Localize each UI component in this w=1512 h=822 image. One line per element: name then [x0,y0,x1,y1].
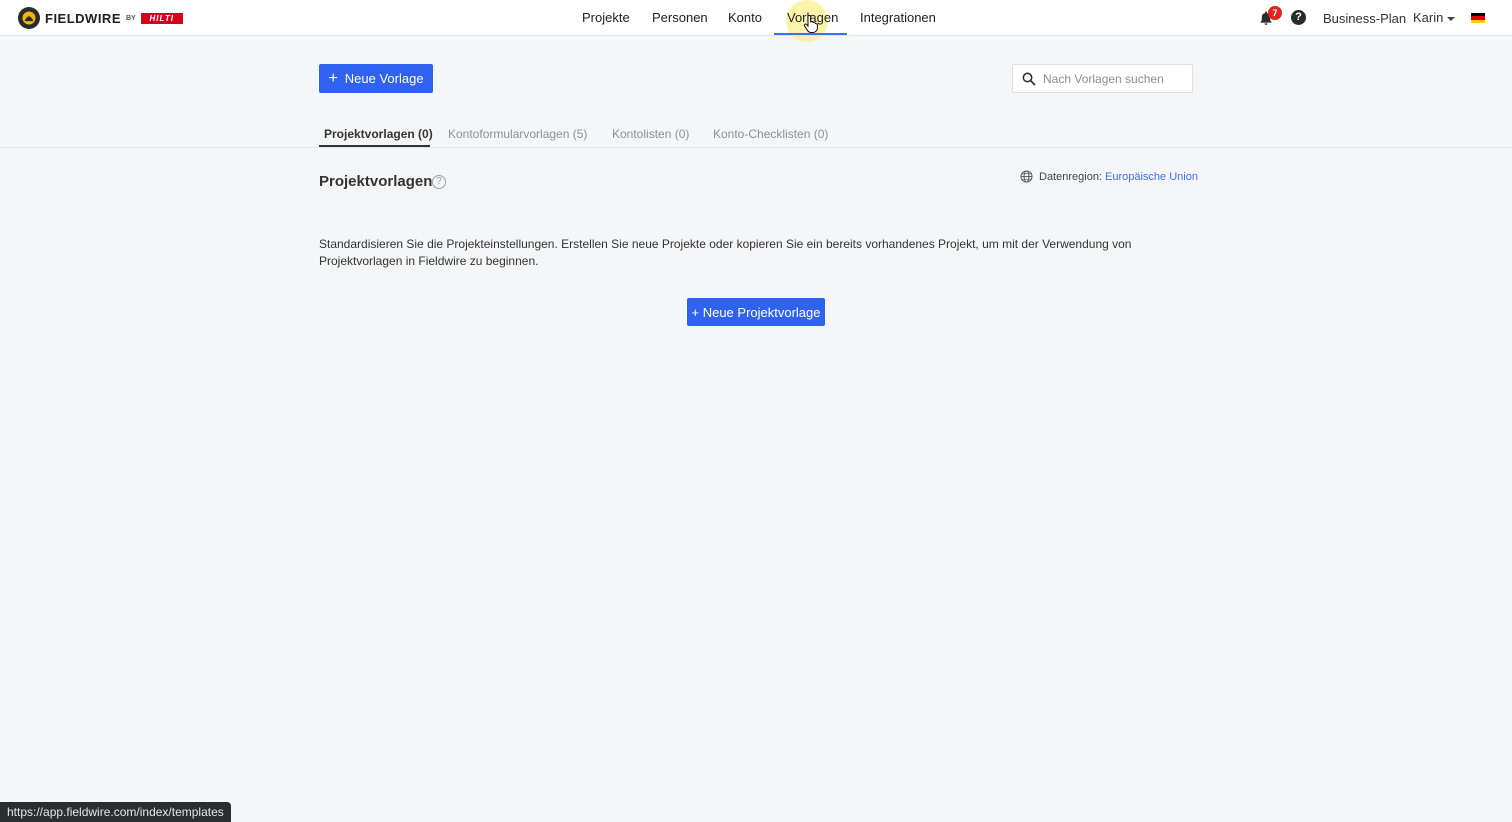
tab-projektvorlagen[interactable]: Projektvorlagen (0) [324,127,433,141]
chevron-down-icon [1447,16,1456,21]
new-project-template-button[interactable]: + Neue Projektvorlage [687,298,825,326]
nav-personen[interactable]: Personen [652,10,708,25]
nav-active-indicator [774,33,847,35]
tab-kontolisten[interactable]: Kontolisten (0) [612,127,689,141]
top-navigation-bar: FIELDWIRE BY HILTI Projekte Personen Kon… [0,0,1512,42]
fieldwire-logo-icon [18,7,40,29]
nav-konto[interactable]: Konto [728,10,762,25]
hilti-logo: HILTI [140,12,183,24]
nav-projekte[interactable]: Projekte [582,10,630,25]
tab-kontoformularvorlagen[interactable]: Kontoformularvorlagen (5) [448,127,587,141]
plus-icon: + [328,69,338,87]
search-icon [1022,72,1036,86]
user-name: Karin [1413,10,1444,25]
plan-link[interactable]: Business-Plan [1323,11,1406,26]
notification-count-badge: 7 [1268,6,1282,20]
new-template-label: Neue Vorlage [344,71,424,86]
data-region-link[interactable]: Europäische Union [1105,171,1198,183]
globe-icon [1020,170,1033,183]
brand-name: FIELDWIRE [45,10,121,26]
flag-stripe [1471,19,1485,23]
new-template-button[interactable]: + Neue Vorlage [319,64,433,93]
section-title: Projektvorlagen [319,173,433,190]
brand-by: BY [126,14,136,22]
fieldwire-logo[interactable]: FIELDWIRE BY HILTI [18,7,183,29]
search-box[interactable] [1012,64,1193,93]
nav-integrationen[interactable]: Integrationen [860,10,936,25]
tabs-divider [0,147,1512,148]
data-region: Datenregion: Europäische Union [1020,170,1198,183]
help-icon[interactable]: ? [1291,10,1306,25]
empty-state-description: Standardisieren Sie die Projekteinstellu… [319,237,1132,268]
hand-cursor-icon [803,15,818,33]
language-flag-icon[interactable] [1471,13,1485,23]
tab-konto-checklisten[interactable]: Konto-Checklisten (0) [713,127,828,141]
question-circle-icon[interactable]: ? [432,175,446,189]
status-bar-url: https://app.fieldwire.com/index/template… [0,802,231,822]
user-menu[interactable]: Karin [1413,10,1456,25]
search-input[interactable] [1043,71,1183,86]
data-region-label: Datenregion: [1039,170,1102,183]
